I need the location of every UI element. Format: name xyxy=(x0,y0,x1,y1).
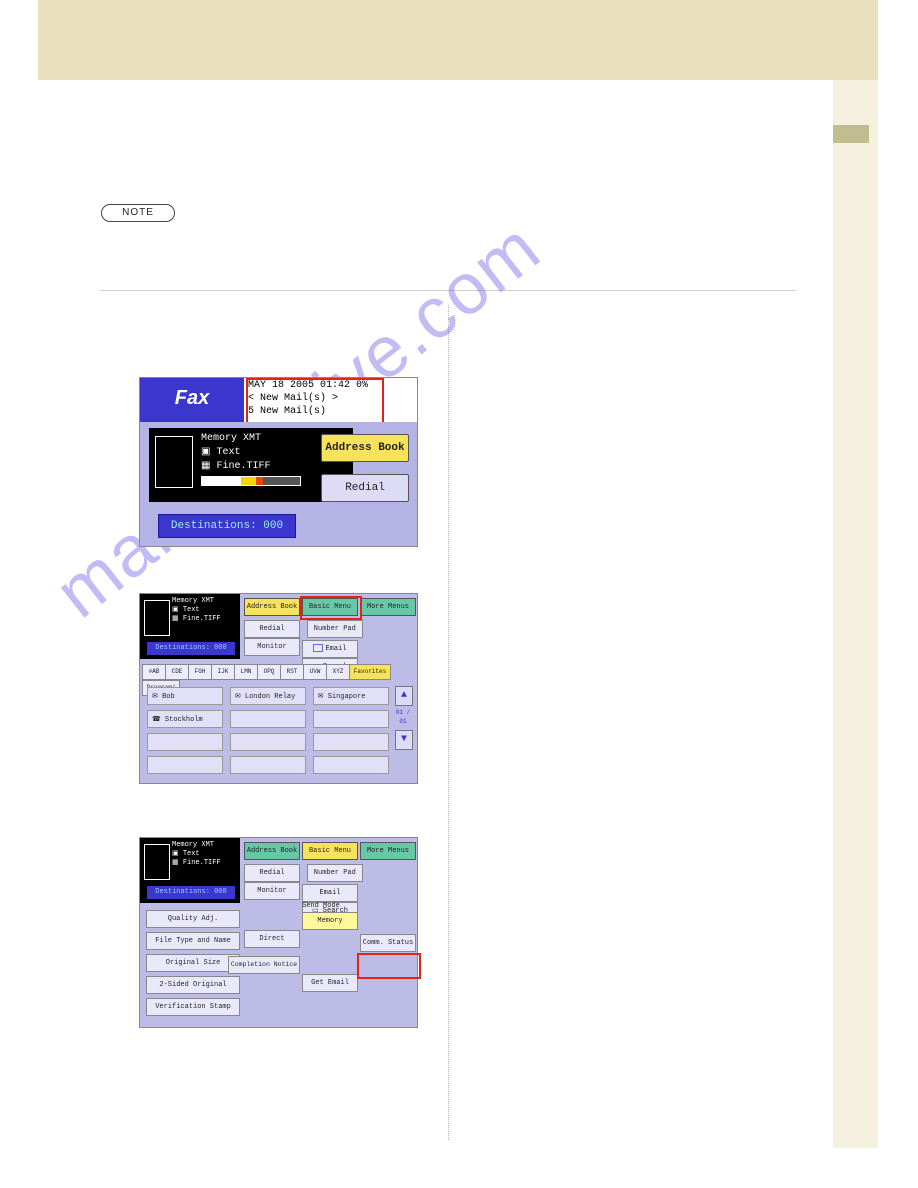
status-panel: Memory XMT ▣ Text ▦ Fine.TIFF Destinatio… xyxy=(140,838,240,903)
address-book-button[interactable]: Address Book xyxy=(321,434,409,462)
note-pill: NOTE xyxy=(101,204,175,222)
screenshot-fax-home: Fax MAY 18 2005 01:42 0% < New Mail(s) >… xyxy=(140,378,417,546)
file-type-name-button[interactable]: File Type and Name xyxy=(146,932,240,950)
verification-stamp-button[interactable]: Verification Stamp xyxy=(146,998,240,1016)
mode-title: Fax xyxy=(140,378,244,422)
alpha-tab[interactable]: XYZ xyxy=(326,664,350,680)
monitor-button[interactable]: Monitor xyxy=(244,882,300,900)
status-panel: Memory XMT ▣ Text ▦ Fine.TIFF Destinatio… xyxy=(140,594,240,659)
tab-basic-menu[interactable]: Basic Menu xyxy=(302,842,358,860)
contact-cell[interactable]: ✉ Bob xyxy=(147,687,223,705)
contact-cell[interactable]: ☎ Stockholm xyxy=(147,710,223,728)
tab-more-menus[interactable]: More Menus xyxy=(360,842,416,860)
tab-more-menus[interactable]: More Menus xyxy=(360,598,416,616)
doc-preview-icon xyxy=(144,600,170,636)
alpha-tab[interactable]: IJK xyxy=(211,664,235,680)
contact-cell[interactable] xyxy=(313,756,389,774)
contact-cell[interactable] xyxy=(313,710,389,728)
tab-address-book[interactable]: Address Book xyxy=(244,598,300,616)
destinations-pill[interactable]: Destinations: 000 xyxy=(147,642,235,655)
doc-preview-icon xyxy=(144,844,170,880)
contact-cell[interactable]: ✉ Singapore Relay xyxy=(313,687,389,705)
resolution-label: ▦ Fine.TIFF xyxy=(172,859,221,868)
alpha-tab[interactable]: UVW xyxy=(303,664,327,680)
contact-cell[interactable] xyxy=(147,756,223,774)
alpha-tab-row: #ABCDEFGHIJKLMNOPQRSTUVWXYZFavoritesProg… xyxy=(142,664,415,682)
memory-meter xyxy=(201,476,301,486)
highlight-basic-menu xyxy=(300,596,362,620)
numberpad-button[interactable]: Number Pad xyxy=(307,620,363,638)
highlight-get-email xyxy=(357,953,421,979)
screenshot-address-book: Memory XMT ▣ Text ▦ Fine.TIFF Destinatio… xyxy=(140,594,417,783)
contact-cell[interactable] xyxy=(230,733,306,751)
page-indicator: 01 / 01 xyxy=(395,708,411,728)
arrow-down-icon[interactable]: ▼ xyxy=(395,730,413,750)
divider-horizontal xyxy=(100,290,796,291)
favorites-tab[interactable]: Favorites xyxy=(349,664,391,680)
memory-xmt-label: Memory XMT xyxy=(172,597,221,606)
destinations-pill[interactable]: Destinations: 000 xyxy=(147,886,235,899)
page-header-band xyxy=(38,0,878,80)
mail-icon xyxy=(313,644,323,652)
quality-adj-button[interactable]: Quality Adj. xyxy=(146,910,240,928)
alpha-tab[interactable]: OPQ xyxy=(257,664,281,680)
email-button[interactable]: Email xyxy=(302,884,358,902)
page-footer-gap xyxy=(833,1158,878,1188)
redial-button[interactable]: Redial xyxy=(244,620,300,638)
contacts-grid: ✉ Bob ✉ London Relay ✉ Singapore Relay ☎… xyxy=(146,686,390,778)
doc-preview-icon xyxy=(155,436,193,488)
resolution-label: ▦ Fine.TIFF xyxy=(201,460,270,474)
email-button[interactable]: Email xyxy=(302,640,358,658)
monitor-button[interactable]: Monitor xyxy=(244,638,300,656)
resolution-label: ▦ Fine.TIFF xyxy=(172,615,221,624)
contact-cell[interactable] xyxy=(313,733,389,751)
divider-vertical xyxy=(448,305,449,1140)
completion-notice-button[interactable]: Completion Notice xyxy=(228,956,300,974)
screenshot-basic-menu: Memory XMT ▣ Text ▦ Fine.TIFF Destinatio… xyxy=(140,838,417,1027)
numberpad-button[interactable]: Number Pad xyxy=(307,864,363,882)
original-size-button[interactable]: Original Size xyxy=(146,954,240,972)
highlight-new-mail xyxy=(246,378,384,426)
page-arrows: ▲ 01 / 01 ▼ xyxy=(395,686,413,752)
alpha-tab[interactable]: LMN xyxy=(234,664,258,680)
contact-cell[interactable] xyxy=(230,756,306,774)
send-mode-memory[interactable]: Memory xyxy=(302,912,358,930)
redial-button[interactable]: Redial xyxy=(321,474,409,502)
text-mode-label: ▣ Text xyxy=(172,850,221,859)
tab-address-book[interactable]: Address Book xyxy=(244,842,300,860)
send-mode-direct[interactable]: Direct xyxy=(244,930,300,948)
two-sided-original-button[interactable]: 2-Sided Original xyxy=(146,976,240,994)
contact-cell[interactable]: ✉ London Relay xyxy=(230,687,306,705)
redial-button[interactable]: Redial xyxy=(244,864,300,882)
destinations-pill[interactable]: Destinations: 000 xyxy=(158,514,296,538)
send-mode-label: Send Mode xyxy=(302,902,340,910)
arrow-up-icon[interactable]: ▲ xyxy=(395,686,413,706)
memory-xmt-label: Memory XMT xyxy=(201,432,270,446)
alpha-tab[interactable]: RST xyxy=(280,664,304,680)
contact-cell[interactable] xyxy=(147,733,223,751)
text-mode-label: ▣ Text xyxy=(172,606,221,615)
right-margin-band xyxy=(833,80,878,1148)
contact-cell[interactable] xyxy=(230,710,306,728)
text-mode-label: ▣ Text xyxy=(201,446,270,460)
section-tab xyxy=(833,125,869,143)
alpha-tab[interactable]: FGH xyxy=(188,664,212,680)
get-email-button[interactable]: Get Email xyxy=(302,974,358,992)
memory-xmt-label: Memory XMT xyxy=(172,841,221,850)
comm-status-button[interactable]: Comm. Status xyxy=(360,934,416,952)
alpha-tab[interactable]: CDE xyxy=(165,664,189,680)
alpha-tab[interactable]: #AB xyxy=(142,664,166,680)
